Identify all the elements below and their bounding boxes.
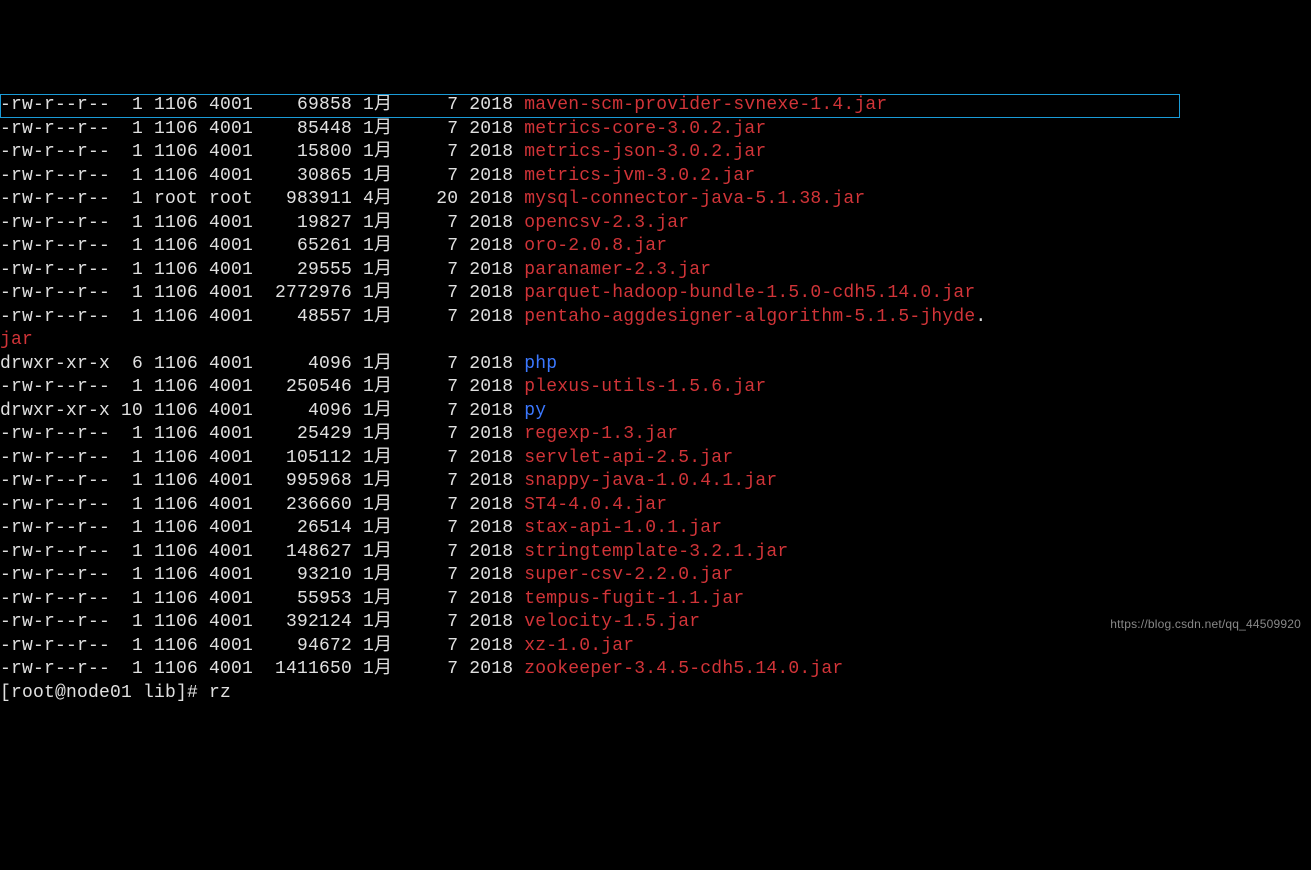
shell-prompt: [root@node01 lib]#: [0, 683, 209, 703]
watermark-text: https://blog.csdn.net/qq_44509920: [1110, 613, 1301, 637]
file-name: plexus-utils-1.5.6.jar: [524, 377, 766, 397]
file-name: velocity-1.5.jar: [524, 612, 700, 632]
file-name: super-csv-2.2.0.jar: [524, 565, 733, 585]
file-attrs: -rw-r--r-- 1 1106 4001 250546 1月 7 2018: [0, 377, 524, 397]
file-attrs: -rw-r--r-- 1 1106 4001 85448 1月 7 2018: [0, 119, 524, 139]
file-attrs: drwxr-xr-x 6 1106 4001 4096 1月 7 2018: [0, 354, 524, 374]
file-attrs: -rw-r--r-- 1 1106 4001 19827 1月 7 2018: [0, 213, 524, 233]
ls-row: -rw-r--r-- 1 1106 4001 69858 1月 7 2018 m…: [0, 94, 1311, 118]
file-attrs: -rw-r--r-- 1 1106 4001 29555 1月 7 2018: [0, 260, 524, 280]
ls-row: -rw-r--r-- 1 1106 4001 55953 1月 7 2018 t…: [0, 588, 1311, 612]
ls-row: -rw-r--r-- 1 1106 4001 26514 1月 7 2018 s…: [0, 517, 1311, 541]
file-name: zookeeper-3.4.5-cdh5.14.0.jar: [524, 659, 843, 679]
ls-row: -rw-r--r-- 1 1106 4001 995968 1月 7 2018 …: [0, 470, 1311, 494]
file-name: metrics-jvm-3.0.2.jar: [524, 166, 755, 186]
ls-row: -rw-r--r-- 1 1106 4001 15800 1月 7 2018 m…: [0, 141, 1311, 165]
file-name-wrap: jar: [0, 330, 33, 350]
file-name: stax-api-1.0.1.jar: [524, 518, 722, 538]
ls-row: -rw-r--r-- 1 1106 4001 29555 1月 7 2018 p…: [0, 259, 1311, 283]
file-name: tempus-fugit-1.1.jar: [524, 589, 744, 609]
file-name: metrics-json-3.0.2.jar: [524, 142, 766, 162]
ls-row: -rw-r--r-- 1 1106 4001 236660 1月 7 2018 …: [0, 494, 1311, 518]
file-name: paranamer-2.3.jar: [524, 260, 711, 280]
file-attrs: -rw-r--r-- 1 1106 4001 995968 1月 7 2018: [0, 471, 524, 491]
ls-row: -rw-r--r-- 1 1106 4001 105112 1月 7 2018 …: [0, 447, 1311, 471]
ls-row: -rw-r--r-- 1 1106 4001 19827 1月 7 2018 o…: [0, 212, 1311, 236]
file-attrs: -rw-r--r-- 1 1106 4001 1411650 1月 7 2018: [0, 659, 524, 679]
ls-row: -rw-r--r-- 1 1106 4001 48557 1月 7 2018 p…: [0, 306, 1311, 330]
file-name: oro-2.0.8.jar: [524, 236, 667, 256]
file-attrs: -rw-r--r-- 1 1106 4001 93210 1月 7 2018: [0, 565, 524, 585]
file-attrs: -rw-r--r-- 1 1106 4001 65261 1月 7 2018: [0, 236, 524, 256]
file-name: snappy-java-1.0.4.1.jar: [524, 471, 777, 491]
ls-row: -rw-r--r-- 1 1106 4001 148627 1月 7 2018 …: [0, 541, 1311, 565]
file-ext-wrap-dot: .: [975, 307, 986, 327]
file-attrs: -rw-r--r-- 1 1106 4001 236660 1月 7 2018: [0, 495, 524, 515]
file-name: regexp-1.3.jar: [524, 424, 678, 444]
ls-row: -rw-r--r-- 1 1106 4001 25429 1月 7 2018 r…: [0, 423, 1311, 447]
file-attrs: -rw-r--r-- 1 1106 4001 30865 1月 7 2018: [0, 166, 524, 186]
file-attrs: -rw-r--r-- 1 1106 4001 15800 1月 7 2018: [0, 142, 524, 162]
file-name: py: [524, 401, 546, 421]
shell-command: rz: [209, 683, 231, 703]
file-attrs: -rw-r--r-- 1 1106 4001 148627 1月 7 2018: [0, 542, 524, 562]
file-attrs: -rw-r--r-- 1 1106 4001 25429 1月 7 2018: [0, 424, 524, 444]
file-name: ST4-4.0.4.jar: [524, 495, 667, 515]
file-name: metrics-core-3.0.2.jar: [524, 119, 766, 139]
ls-row: drwxr-xr-x 6 1106 4001 4096 1月 7 2018 ph…: [0, 353, 1311, 377]
ls-row: -rw-r--r-- 1 1106 4001 1411650 1月 7 2018…: [0, 658, 1311, 682]
file-name: xz-1.0.jar: [524, 636, 634, 656]
shell-prompt-line[interactable]: [root@node01 lib]# rz: [0, 682, 1311, 706]
file-attrs: -rw-r--r-- 1 1106 4001 94672 1月 7 2018: [0, 636, 524, 656]
file-name: servlet-api-2.5.jar: [524, 448, 733, 468]
file-attrs: -rw-r--r-- 1 root root 983911 4月 20 2018: [0, 189, 524, 209]
ls-row: -rw-r--r-- 1 1106 4001 2772976 1月 7 2018…: [0, 282, 1311, 306]
file-name: mysql-connector-java-5.1.38.jar: [524, 189, 865, 209]
file-name: parquet-hadoop-bundle-1.5.0-cdh5.14.0.ja…: [524, 283, 975, 303]
ls-row: -rw-r--r-- 1 1106 4001 93210 1月 7 2018 s…: [0, 564, 1311, 588]
ls-row: -rw-r--r-- 1 1106 4001 30865 1月 7 2018 m…: [0, 165, 1311, 189]
ls-row-wrap: jar: [0, 329, 1311, 353]
file-name: php: [524, 354, 557, 374]
ls-row: -rw-r--r-- 1 1106 4001 250546 1月 7 2018 …: [0, 376, 1311, 400]
file-name: maven-scm-provider-svnexe-1.4.jar: [524, 95, 887, 115]
ls-row: drwxr-xr-x 10 1106 4001 4096 1月 7 2018 p…: [0, 400, 1311, 424]
file-attrs: -rw-r--r-- 1 1106 4001 48557 1月 7 2018: [0, 307, 524, 327]
file-attrs: -rw-r--r-- 1 1106 4001 26514 1月 7 2018: [0, 518, 524, 538]
ls-row: -rw-r--r-- 1 root root 983911 4月 20 2018…: [0, 188, 1311, 212]
ls-row: -rw-r--r-- 1 1106 4001 65261 1月 7 2018 o…: [0, 235, 1311, 259]
file-name: opencsv-2.3.jar: [524, 213, 689, 233]
file-attrs: -rw-r--r-- 1 1106 4001 69858 1月 7 2018: [0, 95, 524, 115]
file-attrs: -rw-r--r-- 1 1106 4001 392124 1月 7 2018: [0, 612, 524, 632]
file-attrs: -rw-r--r-- 1 1106 4001 55953 1月 7 2018: [0, 589, 524, 609]
file-name: pentaho-aggdesigner-algorithm-5.1.5-jhyd…: [524, 307, 975, 327]
file-attrs: drwxr-xr-x 10 1106 4001 4096 1月 7 2018: [0, 401, 524, 421]
file-name: stringtemplate-3.2.1.jar: [524, 542, 788, 562]
file-attrs: -rw-r--r-- 1 1106 4001 2772976 1月 7 2018: [0, 283, 524, 303]
ls-row: -rw-r--r-- 1 1106 4001 85448 1月 7 2018 m…: [0, 118, 1311, 142]
file-attrs: -rw-r--r-- 1 1106 4001 105112 1月 7 2018: [0, 448, 524, 468]
ls-row: -rw-r--r-- 1 1106 4001 94672 1月 7 2018 x…: [0, 635, 1311, 659]
